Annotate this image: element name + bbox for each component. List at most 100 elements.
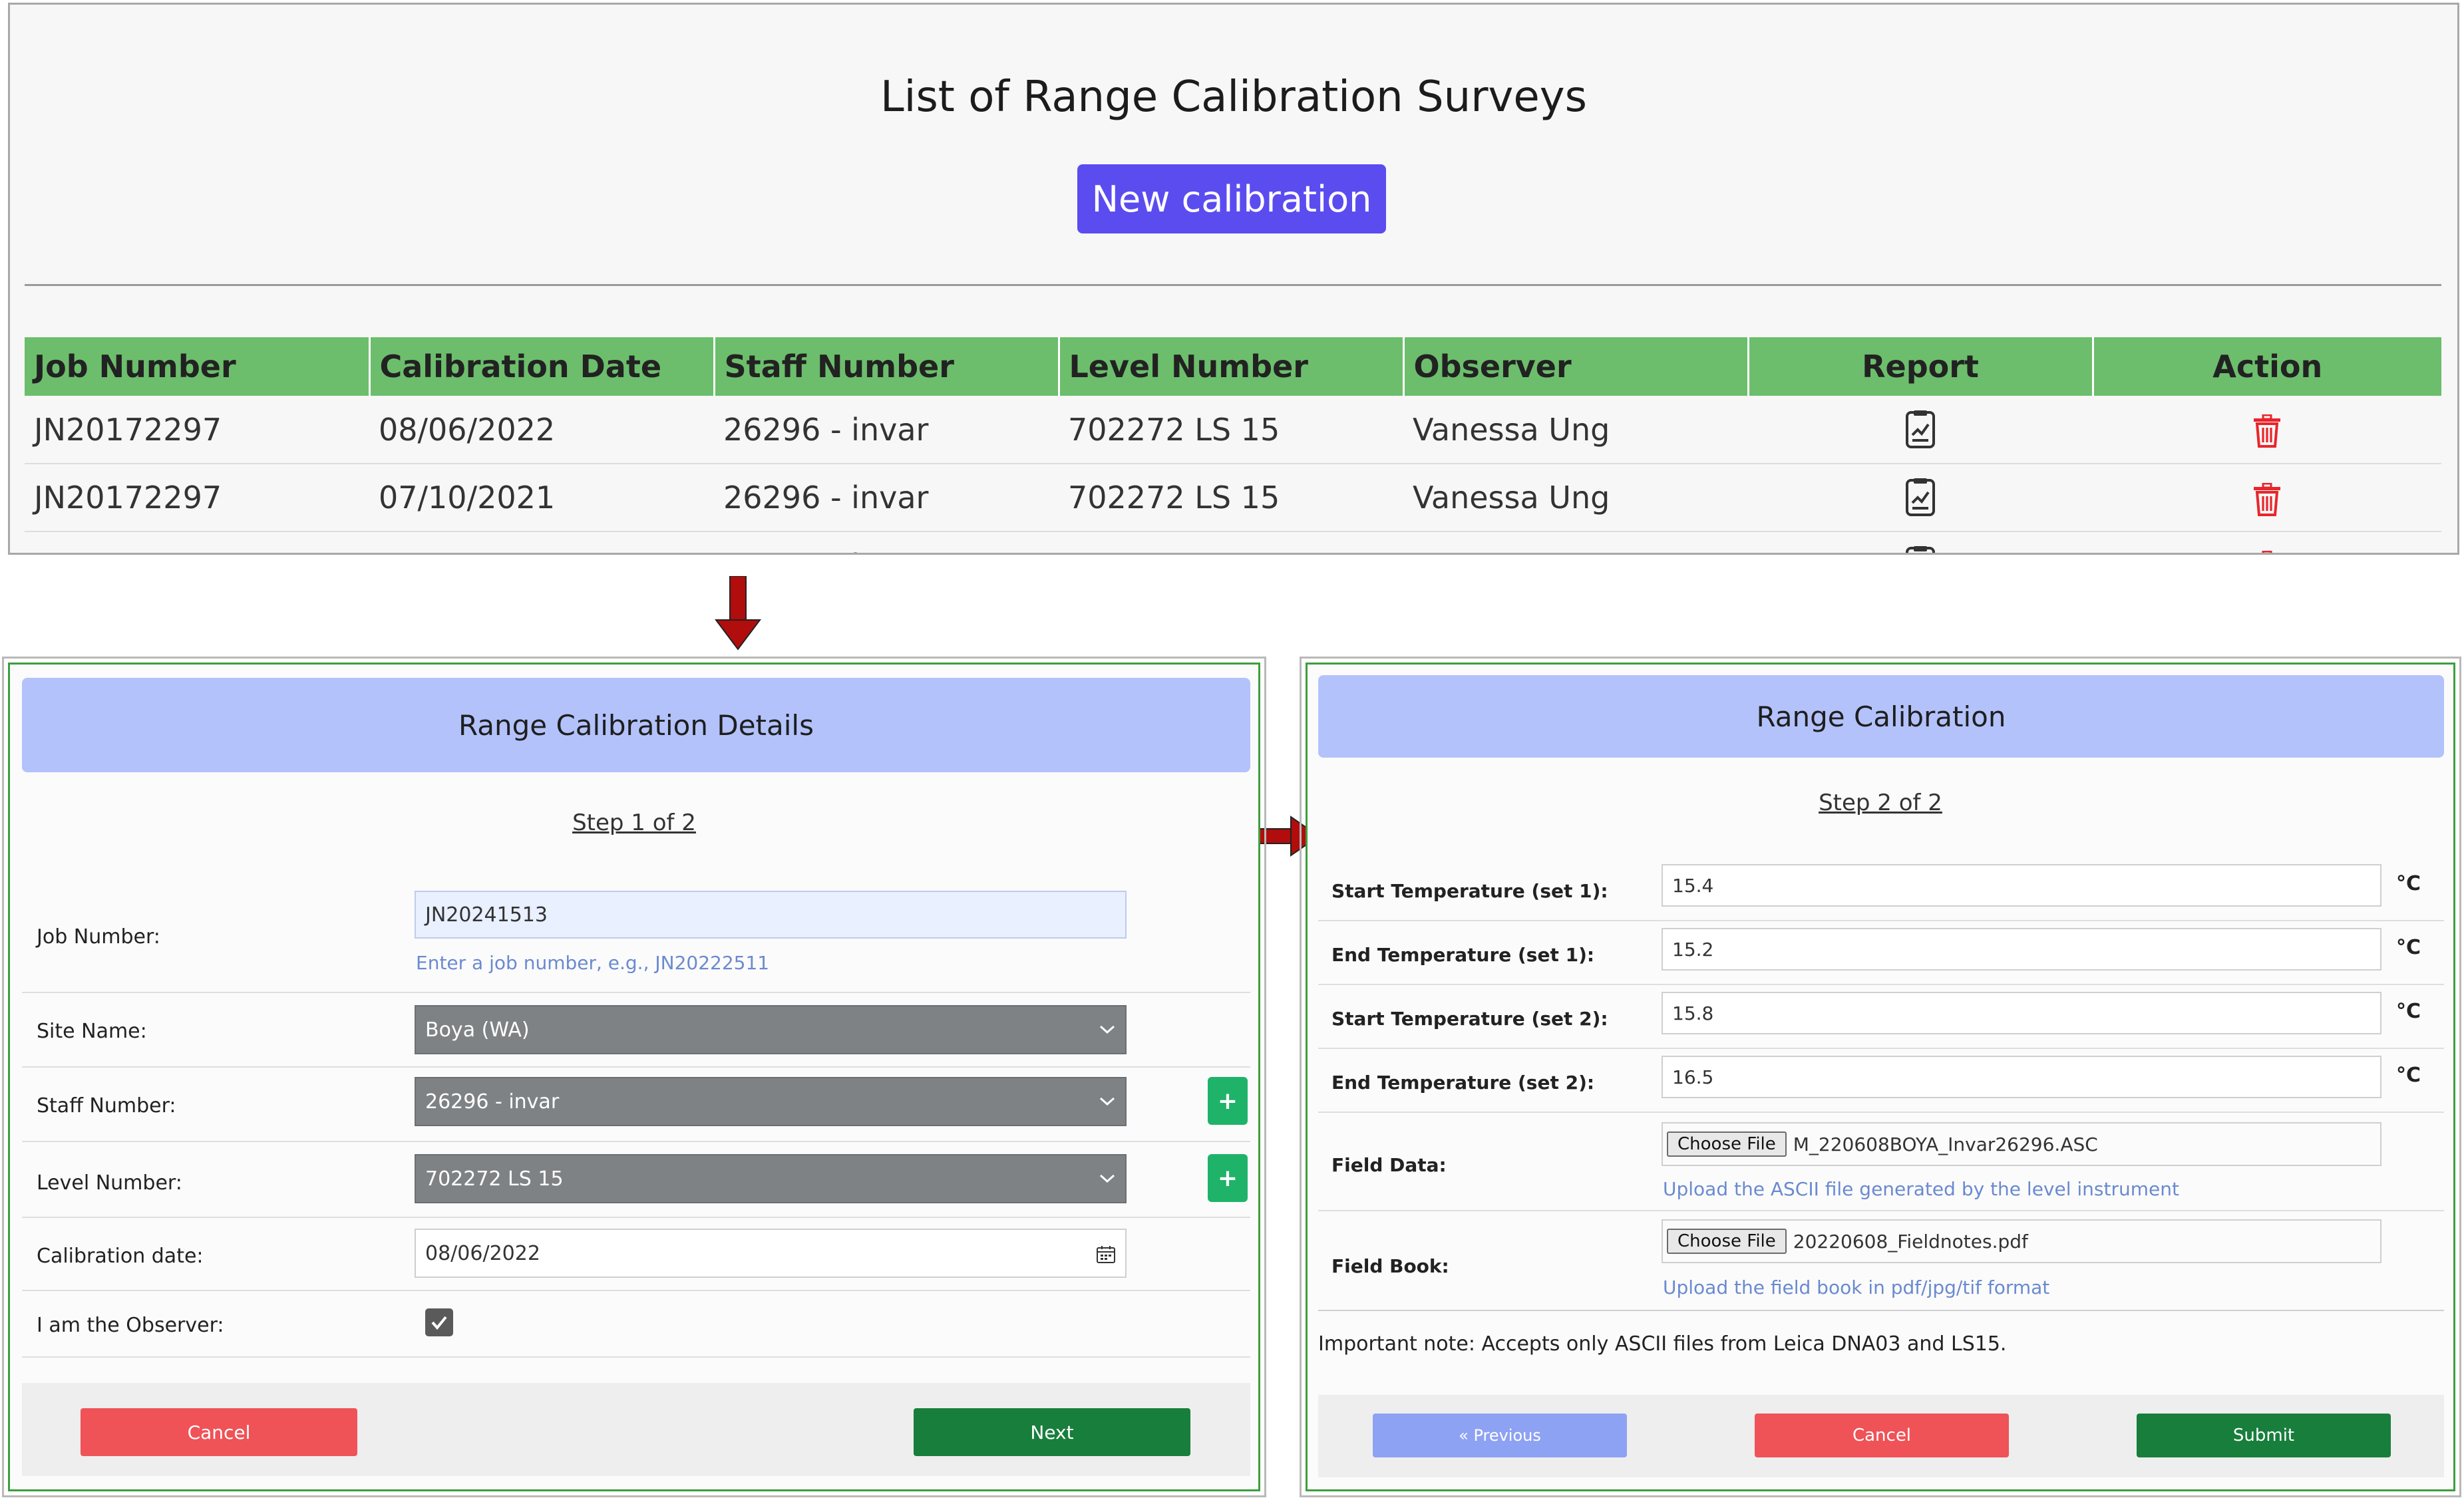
- column-header-observer[interactable]: Observer: [1403, 337, 1749, 396]
- site-name-select[interactable]: Boya (WA): [415, 1005, 1127, 1054]
- cell-action: [2093, 464, 2441, 532]
- checkmark-icon: [431, 1316, 447, 1330]
- cell-level-number: 702272 LS 15: [1059, 464, 1403, 532]
- calibration-date-value: 08/06/2022: [425, 1241, 540, 1265]
- table-row: JN20172297 08/06/2022 26296 - invar 7022…: [25, 396, 2441, 464]
- start-temp-1-input[interactable]: 15.4: [1662, 864, 2381, 907]
- report-document-icon[interactable]: [1904, 545, 1936, 555]
- observer-label: I am the Observer:: [37, 1314, 224, 1337]
- report-document-icon[interactable]: [1904, 478, 1936, 518]
- end-temp-1-input[interactable]: 15.2: [1662, 928, 2381, 971]
- table-header-row: Job Number Calibration Date Staff Number…: [25, 337, 2441, 396]
- new-calibration-button[interactable]: New calibration: [1077, 164, 1386, 233]
- field-book-label: Field Book:: [1331, 1255, 1449, 1277]
- step2-header: Range Calibration: [1318, 675, 2444, 758]
- calibration-date-input[interactable]: 08/06/2022: [415, 1229, 1127, 1278]
- submit-button[interactable]: Submit: [2137, 1414, 2391, 1457]
- calibration-list-panel: List of Range Calibration Surveys New ca…: [8, 3, 2459, 555]
- unit-celsius: °C: [2396, 872, 2421, 895]
- column-header-staff-number[interactable]: Staff Number: [714, 337, 1060, 396]
- field-book-file-input[interactable]: Choose File 20220608_Fieldnotes.pdf: [1662, 1219, 2381, 1263]
- column-header-job-number[interactable]: Job Number: [25, 337, 371, 396]
- step1-footer: Cancel Next: [22, 1383, 1250, 1476]
- arrow-down-icon: [715, 576, 761, 651]
- level-number-select[interactable]: 702272 LS 15: [415, 1154, 1127, 1203]
- job-number-input[interactable]: JN20241513: [415, 891, 1127, 939]
- cell-report: [1748, 396, 2093, 464]
- level-number-label: Level Number:: [37, 1171, 182, 1195]
- field-data-row: Field Data: Choose File M_220608BOYA_Inv…: [1318, 1113, 2444, 1211]
- staff-number-select[interactable]: 26296 - invar: [415, 1077, 1127, 1126]
- previous-button[interactable]: « Previous: [1373, 1414, 1627, 1457]
- step2-form-panel: Range Calibration Step 2 of 2 Start Temp…: [1300, 657, 2461, 1497]
- cell-staff-number: 70018 - invar: [714, 531, 1059, 553]
- cell-job-number: JN20172297: [25, 396, 369, 464]
- calibration-date-label: Calibration date:: [37, 1245, 204, 1268]
- divider: [25, 284, 2441, 286]
- site-name-value: Boya (WA): [425, 1018, 530, 1042]
- cell-action: [2093, 396, 2441, 464]
- staff-number-label: Staff Number:: [37, 1094, 176, 1118]
- trash-icon[interactable]: [2252, 482, 2282, 516]
- trash-icon[interactable]: [2252, 414, 2282, 448]
- chevron-down-icon: [1099, 1025, 1115, 1034]
- calibration-date-row: Calibration date: 08/06/2022: [22, 1218, 1250, 1291]
- start-temp-1-label: Start Temperature (set 1):: [1331, 880, 1608, 902]
- trash-icon[interactable]: [2252, 550, 2282, 555]
- field-data-help: Upload the ASCII file generated by the l…: [1663, 1178, 2179, 1200]
- observer-checkbox[interactable]: [425, 1308, 453, 1336]
- end-temp-2-row: End Temperature (set 2): 16.5 °C: [1318, 1049, 2444, 1113]
- job-number-row: Job Number: JN20241513 Enter a job numbe…: [22, 891, 1250, 993]
- field-data-label: Field Data:: [1331, 1154, 1447, 1176]
- end-temp-2-input[interactable]: 16.5: [1662, 1056, 2381, 1098]
- column-header-calibration-date[interactable]: Calibration Date: [369, 337, 715, 396]
- field-data-choose-file-button[interactable]: Choose File: [1667, 1131, 1787, 1157]
- cancel-button[interactable]: Cancel: [1755, 1414, 2009, 1457]
- cell-observer: Vanessa Ung: [1403, 531, 1748, 553]
- chevron-down-icon: [1099, 1097, 1115, 1106]
- start-temp-1-row: Start Temperature (set 1): 15.4 °C: [1318, 857, 2444, 921]
- end-temp-2-value: 16.5: [1672, 1066, 1714, 1088]
- cell-report: [1748, 464, 2093, 532]
- cancel-button[interactable]: Cancel: [81, 1408, 357, 1456]
- page-title: List of Range Calibration Surveys: [880, 73, 1587, 122]
- level-number-value: 702272 LS 15: [425, 1167, 564, 1191]
- staff-number-value: 26296 - invar: [425, 1090, 560, 1114]
- field-book-row: Field Book: Choose File 20220608_Fieldno…: [1318, 1211, 2444, 1311]
- unit-celsius: °C: [2396, 936, 2421, 959]
- cell-job-number: JN20172297: [25, 464, 369, 532]
- field-book-help: Upload the field book in pdf/jpg/tif for…: [1663, 1276, 2050, 1298]
- job-number-help: Enter a job number, e.g., JN20222511: [416, 952, 770, 974]
- add-level-button[interactable]: +: [1208, 1154, 1248, 1202]
- cell-calibration-date: 07/10/2021: [369, 531, 714, 553]
- cell-staff-number: 26296 - invar: [714, 464, 1059, 532]
- unit-celsius: °C: [2396, 1000, 2421, 1023]
- field-data-file-name: M_220608BOYA_Invar26296.ASC: [1793, 1133, 2098, 1155]
- calendar-icon[interactable]: [1096, 1245, 1116, 1265]
- step1-form-panel: Range Calibration Details Step 1 of 2 Jo…: [2, 657, 1266, 1497]
- add-staff-button[interactable]: +: [1208, 1077, 1248, 1125]
- site-name-row: Site Name: Boya (WA): [22, 993, 1250, 1068]
- report-document-icon[interactable]: [1904, 410, 1936, 450]
- step1-step-link[interactable]: Step 1 of 2: [10, 810, 1258, 836]
- chevron-down-icon: [1099, 1174, 1115, 1183]
- field-data-file-input[interactable]: Choose File M_220608BOYA_Invar26296.ASC: [1662, 1122, 2381, 1166]
- start-temp-2-value: 15.8: [1672, 1002, 1714, 1024]
- column-header-level-number[interactable]: Level Number: [1059, 337, 1405, 396]
- table-row: JN20172297 07/10/2021 70018 - invar 7022…: [25, 531, 2441, 555]
- cell-observer: Vanessa Ung: [1403, 464, 1748, 532]
- cell-report: [1748, 531, 2093, 555]
- job-number-label: Job Number:: [37, 925, 160, 949]
- column-header-report: Report: [1748, 337, 2094, 396]
- level-number-row: Level Number: 702272 LS 15 +: [22, 1142, 1250, 1218]
- cell-level-number: 702272 LS 15: [1059, 396, 1403, 464]
- step2-step-link[interactable]: Step 2 of 2: [1308, 790, 2453, 816]
- cell-action: [2093, 531, 2441, 555]
- end-temp-1-label: End Temperature (set 1):: [1331, 944, 1595, 966]
- end-temp-1-value: 15.2: [1672, 938, 1714, 961]
- start-temp-2-input[interactable]: 15.8: [1662, 992, 2381, 1034]
- field-book-choose-file-button[interactable]: Choose File: [1667, 1229, 1787, 1254]
- next-button[interactable]: Next: [914, 1408, 1190, 1456]
- start-temp-2-row: Start Temperature (set 2): 15.8 °C: [1318, 985, 2444, 1049]
- start-temp-2-label: Start Temperature (set 2):: [1331, 1008, 1608, 1030]
